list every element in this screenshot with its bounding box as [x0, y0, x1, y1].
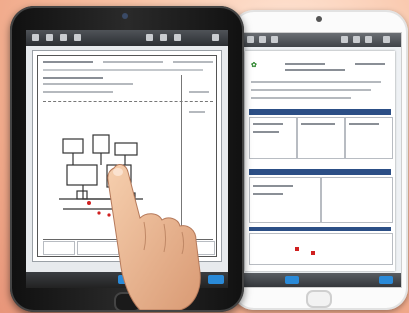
- black-tablet-toolbar: [26, 30, 228, 46]
- doc-line: [43, 77, 103, 79]
- white-tablet-screen: ✿: [240, 32, 402, 288]
- share-icon[interactable]: [146, 34, 153, 41]
- dashed-rule: [43, 101, 213, 102]
- bookmark-icon[interactable]: [271, 36, 278, 43]
- doc-line: [251, 97, 351, 99]
- doc-line: [253, 185, 293, 187]
- table-cell: [249, 177, 321, 223]
- back-icon[interactable]: [247, 36, 254, 43]
- pen-icon[interactable]: [365, 36, 372, 43]
- doc-line: [253, 123, 283, 125]
- doc-line: [253, 131, 279, 133]
- grid-icon[interactable]: [259, 36, 266, 43]
- section-header-band: [249, 109, 391, 115]
- doc-line: [189, 91, 209, 93]
- doc-line: [103, 61, 163, 63]
- menu-icon[interactable]: [212, 34, 219, 41]
- white-tablet-document-page: ✿: [245, 51, 395, 271]
- share-icon[interactable]: [353, 36, 360, 43]
- white-tablet-bottom-bar: [241, 273, 401, 287]
- settings-icon[interactable]: [383, 36, 390, 43]
- section-header-band: [249, 169, 391, 175]
- camera-icon: [122, 13, 128, 19]
- white-tablet: ✿: [232, 10, 408, 310]
- section-header-band: [249, 227, 391, 231]
- doc-line: [349, 123, 379, 125]
- doc-line: [251, 81, 381, 83]
- camera-icon: [316, 16, 322, 22]
- bookmark-icon[interactable]: [60, 34, 67, 41]
- doc-line: [43, 83, 133, 85]
- back-icon[interactable]: [32, 34, 39, 41]
- doc-line: [285, 69, 345, 71]
- doc-line: [173, 61, 213, 63]
- doc-line: [43, 69, 203, 71]
- red-markup: [311, 251, 315, 255]
- grid-icon[interactable]: [46, 34, 53, 41]
- doc-line: [43, 61, 93, 63]
- search-icon[interactable]: [341, 36, 348, 43]
- fingernail: [113, 168, 123, 176]
- pen-icon[interactable]: [160, 34, 167, 41]
- done-button[interactable]: [208, 275, 224, 284]
- doc-line: [355, 63, 385, 65]
- red-markup: [295, 247, 299, 251]
- table-cell: [249, 233, 393, 265]
- page-button[interactable]: [285, 276, 299, 284]
- doc-line: [301, 123, 335, 125]
- settings-icon[interactable]: [174, 34, 181, 41]
- doc-line: [43, 91, 113, 93]
- home-button[interactable]: [306, 290, 332, 308]
- done-button[interactable]: [379, 276, 393, 284]
- title-block-cell: [43, 241, 75, 255]
- pointing-hand: [107, 164, 201, 310]
- doc-line: [251, 89, 371, 91]
- search-icon[interactable]: [74, 34, 81, 41]
- doc-line: [285, 63, 325, 65]
- white-tablet-toolbar: [241, 33, 401, 47]
- document-logo: ✿: [251, 62, 257, 69]
- table-cell: [321, 177, 393, 223]
- doc-line: [253, 193, 283, 195]
- doc-line: [189, 111, 205, 113]
